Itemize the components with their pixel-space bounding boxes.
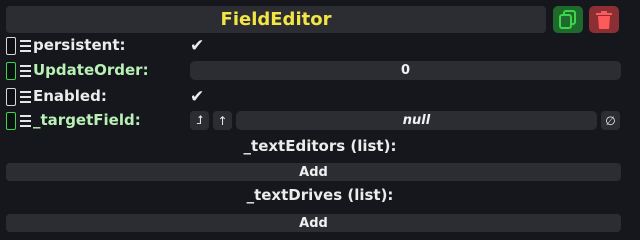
- field-menu-icon[interactable]: [20, 65, 31, 77]
- persistent-checkbox[interactable]: ✔: [190, 36, 204, 56]
- drag-handle[interactable]: [6, 37, 16, 55]
- enabled-checkbox[interactable]: ✔: [190, 87, 204, 107]
- duplicate-icon: [559, 9, 576, 29]
- jump-icon: ⮥: [195, 113, 204, 127]
- field-label: persistent:: [33, 36, 126, 54]
- field-row-persistent: persistent: ✔: [0, 34, 640, 58]
- list-title-texteditors: _textEditors (list):: [243, 137, 397, 155]
- field-row-enabled: Enabled: ✔: [0, 85, 640, 109]
- clear-reference-button[interactable]: ∅: [601, 111, 620, 130]
- field-row-targetfield: _targetField: ⮥ ↑ null ∅: [0, 109, 640, 133]
- texteditors-add-button[interactable]: Add: [6, 163, 621, 181]
- textdrives-add-button[interactable]: Add: [6, 214, 621, 232]
- updateorder-input[interactable]: 0: [190, 61, 621, 80]
- jump-to-reference-button[interactable]: ⮥: [190, 111, 209, 130]
- component-title: FieldEditor: [6, 6, 546, 33]
- drag-handle[interactable]: [6, 88, 16, 106]
- targetfield-reference[interactable]: null: [236, 111, 597, 130]
- field-menu-icon[interactable]: [20, 115, 31, 127]
- field-label: UpdateOrder:: [33, 61, 149, 79]
- drag-handle[interactable]: [6, 62, 16, 80]
- trash-icon: [596, 10, 612, 29]
- delete-button[interactable]: [589, 6, 619, 33]
- list-title-textdrives: _textDrives (list):: [246, 186, 394, 204]
- field-menu-icon[interactable]: [20, 40, 31, 52]
- field-label: _targetField:: [33, 111, 141, 129]
- duplicate-button[interactable]: [553, 6, 583, 33]
- field-menu-icon[interactable]: [20, 91, 31, 103]
- up-arrow-icon: ↑: [217, 113, 228, 128]
- field-row-updateorder: UpdateOrder: 0: [0, 59, 640, 83]
- grab-reference-button[interactable]: ↑: [213, 111, 232, 130]
- clear-icon: ∅: [605, 113, 616, 128]
- field-label: Enabled:: [33, 87, 107, 105]
- drag-handle[interactable]: [6, 112, 16, 130]
